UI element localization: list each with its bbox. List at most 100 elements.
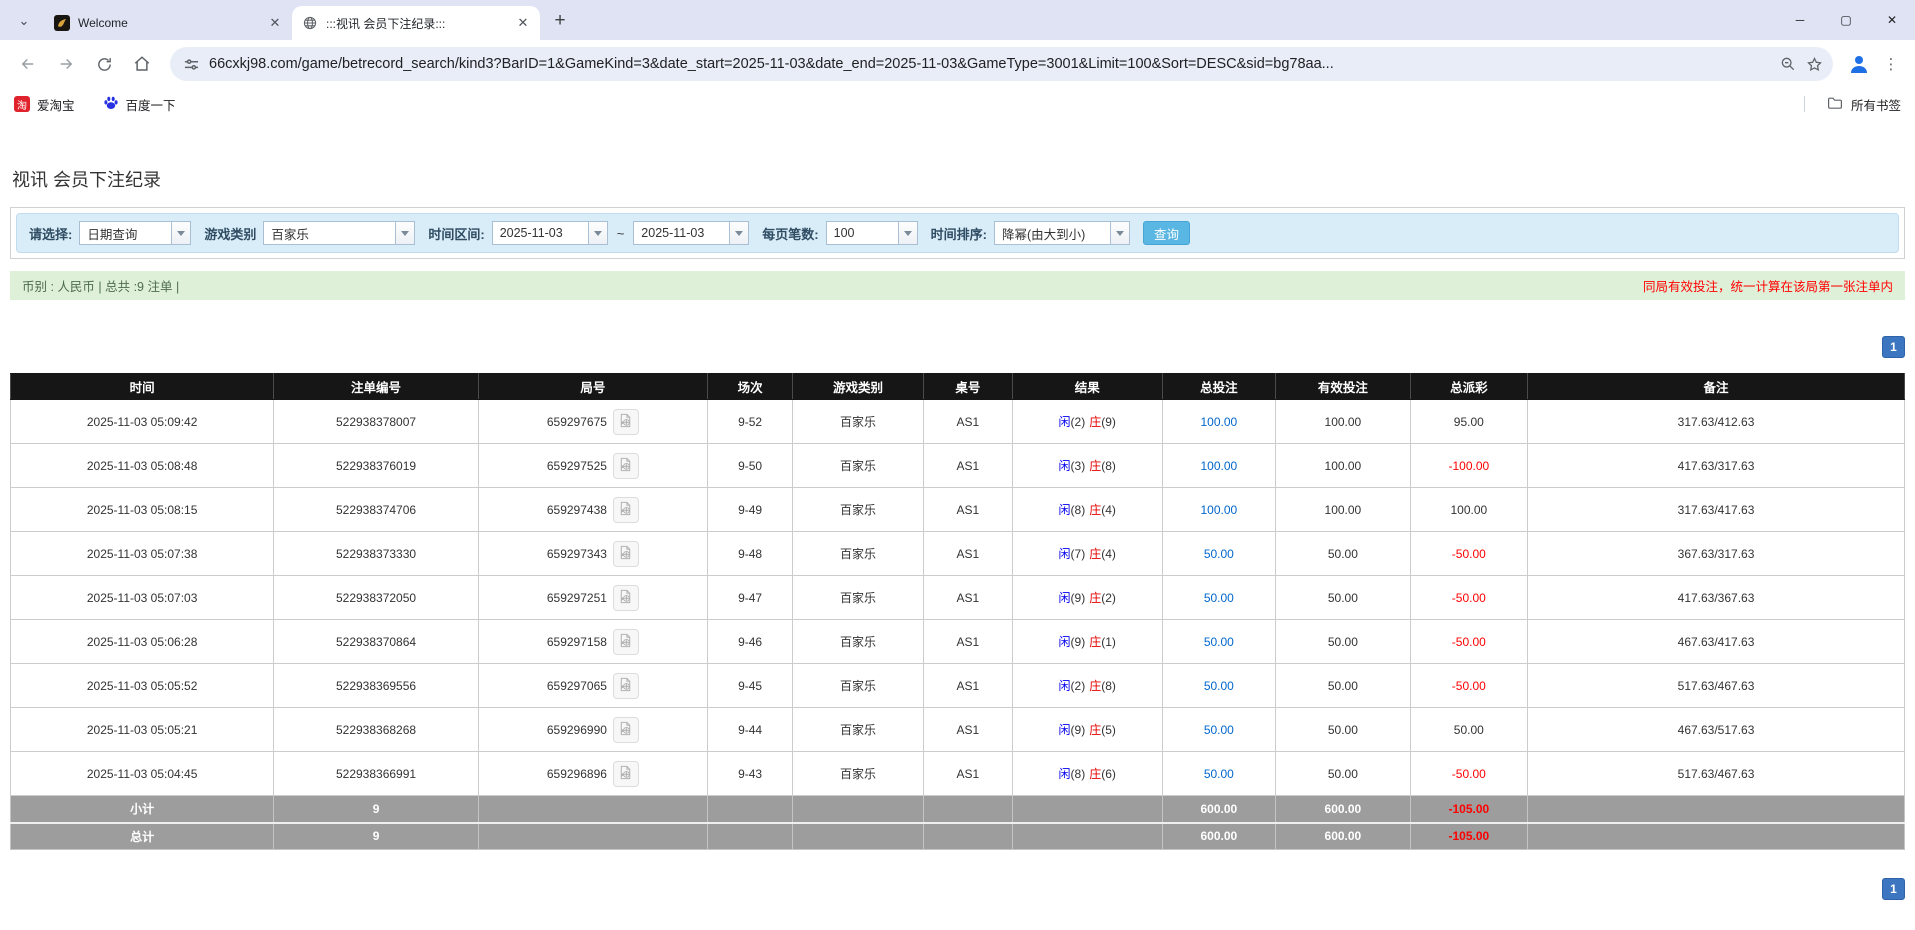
table-number-cell: AS1 (922, 751, 1013, 796)
video-replay-button[interactable] (612, 540, 639, 567)
reload-button[interactable] (86, 46, 122, 82)
video-replay-button[interactable] (612, 496, 639, 523)
sort-select[interactable]: 降幂(由大到小) (993, 221, 1130, 245)
video-replay-button[interactable] (612, 716, 639, 743)
browser-window: ⌄ Welcome ✕ :::视讯 会员下注纪录::: ✕ + ─ ▢ ✕ 66… (0, 0, 1915, 120)
payout-cell: -100.00 (1409, 443, 1529, 488)
bookmark-baidu[interactable]: 百度一下 (103, 95, 176, 114)
sum-label: 总计 (9, 821, 275, 850)
query-type-value: 日期查询 (87, 227, 138, 242)
total-bet-link[interactable]: 50.00 (1204, 547, 1234, 561)
url-bar[interactable]: 66cxkj98.com/game/betrecord_search/kind3… (170, 47, 1833, 81)
chevron-down-icon[interactable] (729, 222, 749, 244)
session-cell: 9-49 (706, 487, 794, 532)
forward-button[interactable] (48, 46, 84, 82)
video-replay-button[interactable] (612, 760, 639, 787)
bet-number-cell: 522938368268 (273, 707, 479, 752)
tab-close-icon[interactable]: ✕ (514, 14, 532, 32)
close-button[interactable]: ✕ (1869, 0, 1915, 40)
query-type-select[interactable]: 日期查询 (79, 221, 192, 245)
video-replay-button[interactable] (612, 452, 639, 479)
sum-empty-cell (922, 795, 1013, 823)
total-bet-link[interactable]: 100.00 (1200, 459, 1237, 473)
player-result: 闲 (1058, 503, 1071, 517)
table-number-cell: AS1 (922, 575, 1013, 620)
back-button[interactable] (10, 46, 46, 82)
session-cell: 9-50 (706, 443, 794, 488)
divider (1803, 96, 1805, 112)
menu-kebab-icon[interactable]: ⋮ (1877, 48, 1905, 80)
total-bet-link[interactable]: 50.00 (1204, 635, 1234, 649)
banker-result: 庄 (1089, 503, 1102, 517)
session-cell: 9-47 (706, 575, 794, 620)
chevron-down-icon[interactable] (395, 222, 415, 244)
new-tab-button[interactable]: + (546, 7, 574, 35)
table-row: 2025-11-03 05:07:38 522938373330 659297343… (9, 531, 1905, 576)
banker-points: (9) (1101, 415, 1116, 429)
chevron-down-icon[interactable] (171, 222, 191, 244)
tab-bet-records[interactable]: :::视讯 会员下注纪录::: ✕ (292, 6, 540, 40)
url-text[interactable]: 66cxkj98.com/game/betrecord_search/kind3… (209, 56, 1770, 72)
zoom-icon[interactable] (1780, 56, 1796, 72)
chevron-down-icon[interactable] (587, 222, 607, 244)
all-bookmarks[interactable]: 所有书签 (1803, 95, 1901, 114)
game-type-value: 百家乐 (271, 227, 309, 242)
bet-number-cell: 522938366991 (273, 751, 479, 796)
round-number: 659297251 (546, 590, 607, 605)
session-cell: 9-43 (706, 751, 794, 796)
total-bet-link[interactable]: 50.00 (1204, 767, 1234, 781)
table-number-cell: AS1 (922, 487, 1013, 532)
valid-bet-cell: 50.00 (1275, 751, 1411, 796)
page-1-button[interactable]: 1 (1882, 336, 1905, 358)
chevron-down-icon[interactable] (897, 222, 917, 244)
tab-close-icon[interactable]: ✕ (266, 14, 284, 32)
per-page-select[interactable]: 100 (825, 221, 918, 245)
tab-title: Welcome (78, 16, 128, 30)
column-header: 局号 (477, 373, 708, 400)
video-replay-button[interactable] (612, 584, 639, 611)
total-bet-link[interactable]: 100.00 (1200, 415, 1237, 429)
result-cell: 闲(2) 庄(8) (1011, 663, 1163, 708)
home-button[interactable] (124, 46, 160, 82)
page-1-button[interactable]: 1 (1882, 878, 1905, 900)
round-number: 659297438 (546, 502, 607, 517)
game-type-select[interactable]: 百家乐 (263, 221, 416, 245)
subtotal-row: 小计 9 600.00 600.00 -105.00 (9, 795, 1905, 823)
round-number-cell: 659297343 (477, 531, 708, 576)
total-bet-link[interactable]: 50.00 (1204, 723, 1234, 737)
site-settings-icon[interactable] (184, 57, 199, 72)
maximize-button[interactable]: ▢ (1823, 0, 1869, 40)
video-icon (618, 413, 633, 431)
sum-empty-cell (477, 821, 708, 850)
minimize-button[interactable]: ─ (1777, 0, 1823, 40)
video-replay-button[interactable] (612, 672, 639, 699)
round-number: 659297158 (546, 634, 607, 649)
time-cell: 2025-11-03 05:08:15 (9, 487, 275, 532)
tab-welcome[interactable]: Welcome ✕ (44, 6, 292, 40)
video-icon (618, 589, 633, 607)
bookmark-aitaobao[interactable]: 淘 爱淘宝 (14, 95, 75, 114)
total-bet-link[interactable]: 100.00 (1200, 503, 1237, 517)
table-row: 2025-11-03 05:09:42 522938378007 659297675… (9, 399, 1905, 444)
game-type-cell: 百家乐 (792, 707, 924, 752)
payout-cell: 50.00 (1409, 707, 1529, 752)
total-bet-link[interactable]: 50.00 (1204, 679, 1234, 693)
date-end-select[interactable]: 2025-11-03 (633, 221, 750, 245)
sum-empty-cell (792, 795, 924, 823)
search-button[interactable]: 查询 (1142, 221, 1190, 245)
date-start-select[interactable]: 2025-11-03 (491, 221, 608, 245)
bet-number-cell: 522938369556 (273, 663, 479, 708)
total-bet-link[interactable]: 50.00 (1204, 591, 1234, 605)
query-type-label: 请选择: (29, 226, 73, 242)
round-number-cell: 659296896 (477, 751, 708, 796)
profile-avatar[interactable] (1843, 48, 1875, 80)
remark-cell: 417.63/317.63 (1527, 443, 1905, 488)
tab-search-button[interactable]: ⌄ (10, 7, 38, 35)
chevron-down-icon[interactable] (1109, 222, 1129, 244)
valid-bet-cell: 50.00 (1275, 575, 1411, 620)
sum-total-bet: 600.00 (1161, 821, 1277, 850)
video-replay-button[interactable] (612, 408, 639, 435)
video-replay-button[interactable] (612, 628, 639, 655)
column-header: 注单编号 (273, 373, 479, 400)
bookmark-star-icon[interactable] (1806, 56, 1823, 73)
